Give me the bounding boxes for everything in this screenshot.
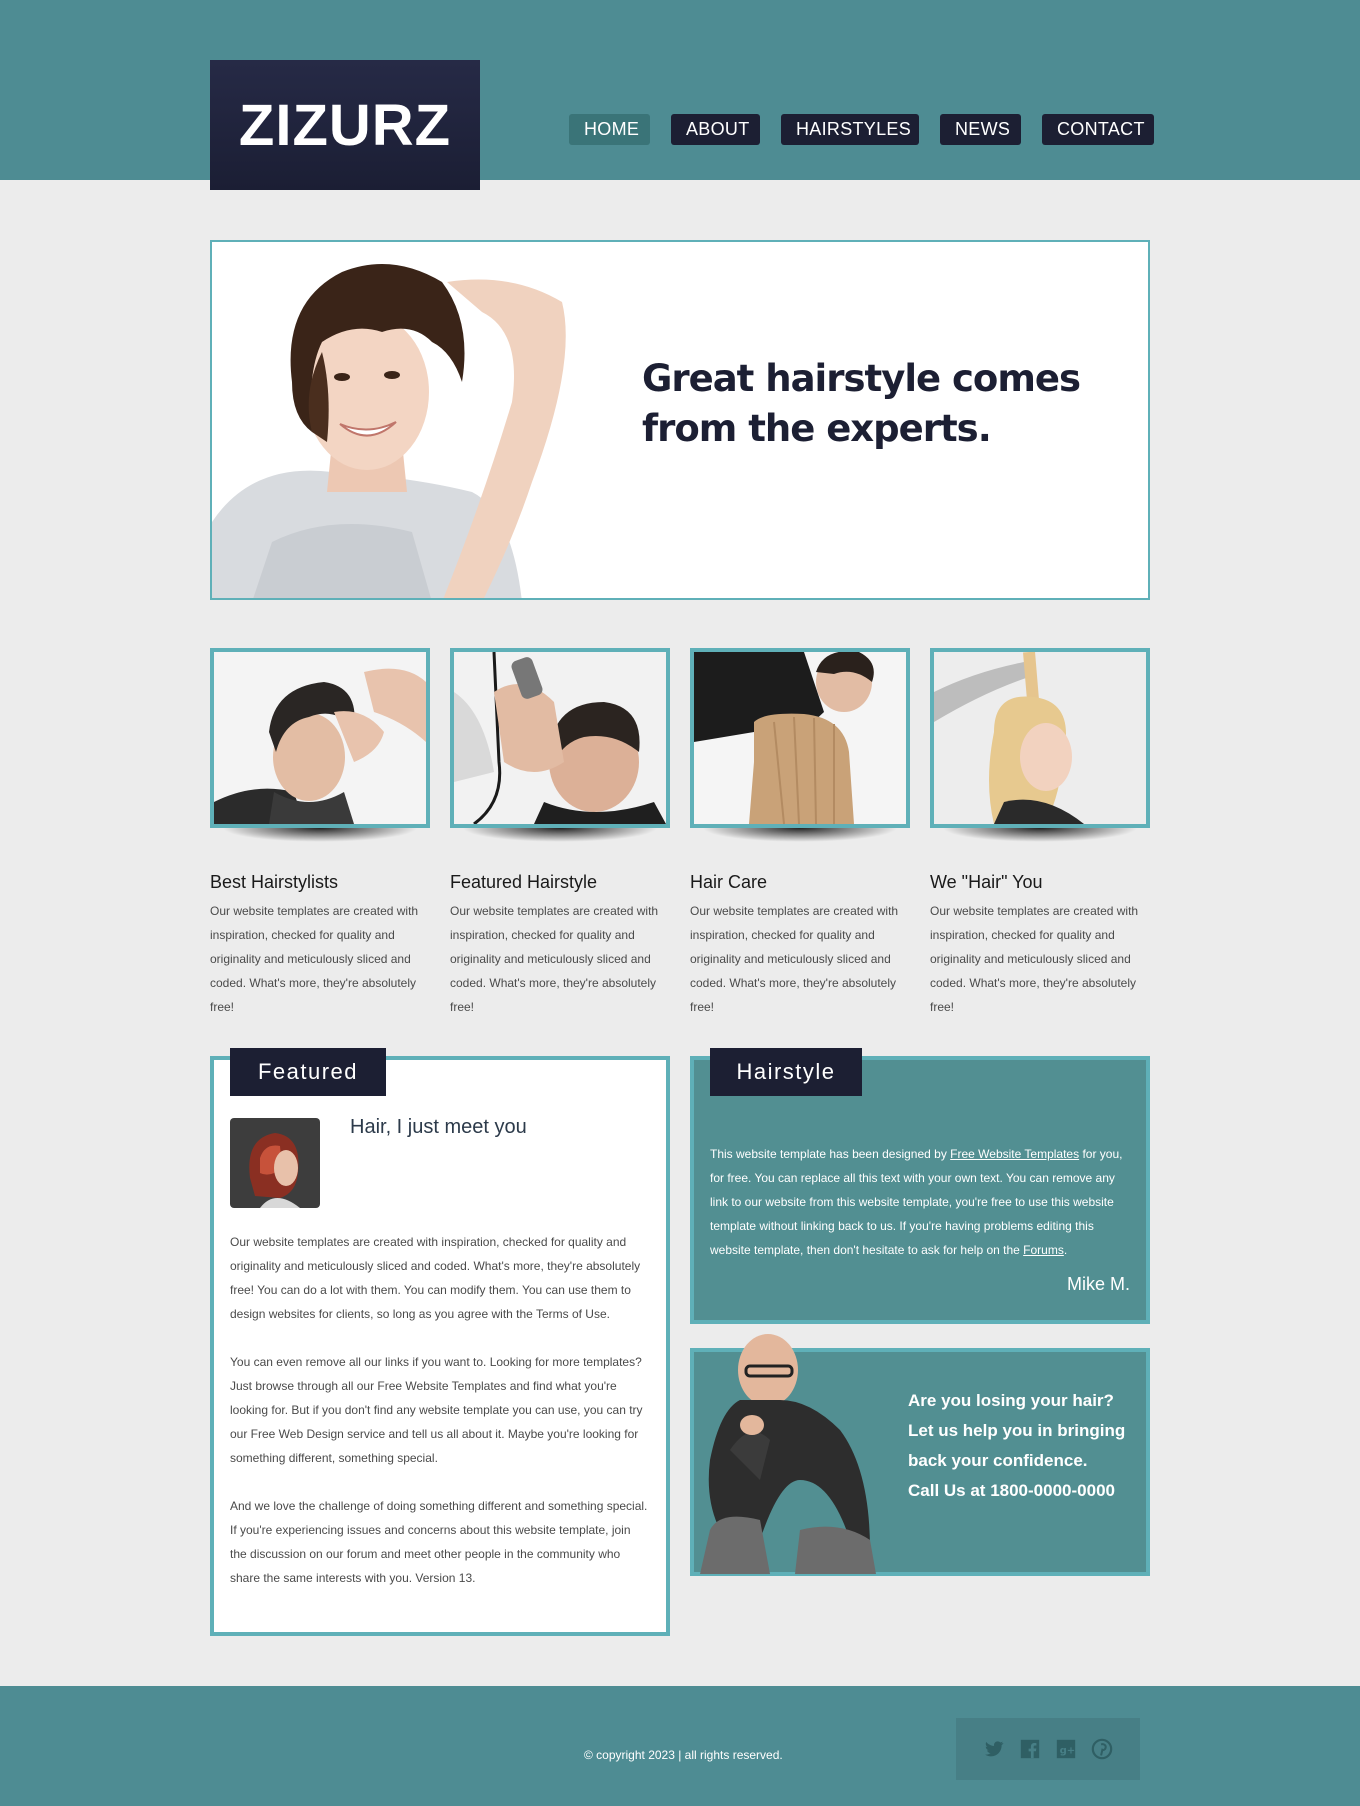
feature-title: Best Hairstylists — [210, 872, 339, 892]
feature-thumbnail[interactable] — [450, 648, 670, 828]
hair-care-image — [694, 652, 906, 824]
nav-contact[interactable]: CONTACT — [1042, 114, 1154, 145]
hero-headline-line2: from the experts. — [642, 407, 992, 450]
thumbnail-shadow — [222, 828, 418, 842]
forums-link[interactable]: Forums — [1023, 1243, 1064, 1257]
thumbnail-shadow — [942, 828, 1138, 842]
hairstyle-text: This website template has been designed … — [710, 1147, 951, 1161]
feature-thumbnail[interactable] — [690, 648, 910, 828]
hairstyle-text: for you, for free. You can replace all t… — [710, 1147, 1123, 1257]
logo[interactable]: ZIZURZ — [210, 60, 480, 190]
promo-line: Are you losing your hair? — [908, 1391, 1114, 1410]
hairstyle-tab: Hairstyle — [710, 1048, 862, 1096]
hairstyle-box: Hairstyle This website template has been… — [690, 1048, 1150, 1324]
featured-body: Our website templates are created with i… — [230, 1230, 650, 1614]
social-links: g+ — [956, 1718, 1140, 1780]
facebook-icon[interactable] — [1019, 1738, 1041, 1760]
twitter-icon[interactable] — [983, 1738, 1005, 1760]
promo-box: Are you losing your hair? Let us help yo… — [690, 1334, 1150, 1576]
svg-text:g+: g+ — [1060, 1746, 1076, 1757]
nav-news[interactable]: NEWS — [940, 114, 1021, 145]
pinterest-icon[interactable] — [1091, 1738, 1113, 1760]
site-footer: © copyright 2023 | all rights reserved. … — [0, 1686, 1360, 1806]
featured-paragraph: Our website templates are created with i… — [230, 1235, 641, 1321]
googleplus-icon[interactable]: g+ — [1055, 1738, 1077, 1760]
copyright-text: © copyright 2023 | all rights reserved. — [584, 1748, 783, 1762]
free-website-templates-link[interactable]: Free Website Templates — [950, 1147, 1079, 1161]
promo-line: Let us help you in bringing — [908, 1421, 1126, 1440]
featured-paragraph: You can even remove all our links if you… — [230, 1355, 643, 1465]
featured-tab: Featured — [230, 1048, 386, 1096]
feature-thumbnail[interactable] — [930, 648, 1150, 828]
nav-about[interactable]: ABOUT — [671, 114, 760, 145]
feature-card: We "Hair" You Our website templates are … — [930, 648, 1150, 1019]
main-nav: HOME ABOUT HAIRSTYLES NEWS CONTACT — [569, 114, 1154, 145]
stylist-man-image — [214, 652, 426, 824]
feature-text: Our website templates are created with i… — [690, 904, 899, 1014]
hero-banner: Great hairstyle comes from the experts. — [210, 240, 1150, 600]
hero-headline: Great hairstyle comes from the experts. — [642, 354, 1082, 454]
bald-man-image — [700, 1334, 876, 1574]
featured-avatar-image[interactable] — [230, 1118, 320, 1208]
feature-title: Hair Care — [690, 872, 768, 892]
featured-title: Hair, I just meet you — [350, 1116, 527, 1138]
nav-home[interactable]: HOME — [569, 114, 650, 145]
promo-phone[interactable]: Call Us at 1800-0000-0000 — [908, 1476, 1138, 1506]
featured-box: Featured Hair, I just meet you Our websi… — [210, 1048, 670, 1636]
hairstyle-body: This website template has been designed … — [710, 1142, 1130, 1262]
site-header: ZIZURZ HOME ABOUT HAIRSTYLES NEWS CONTAC… — [0, 0, 1360, 190]
blonde-woman-image — [934, 652, 1146, 824]
hero-headline-line1: Great hairstyle comes — [642, 357, 1081, 400]
featured-paragraph: And we love the challenge of doing somet… — [230, 1499, 648, 1585]
thumbnail-shadow — [702, 828, 898, 842]
hero-woman-image — [212, 242, 582, 598]
feature-card: Featured Hairstyle Our website templates… — [450, 648, 670, 1019]
feature-text: Our website templates are created with i… — [930, 904, 1139, 1014]
clipper-haircut-image — [454, 652, 666, 824]
hairstyle-signature: Mike M. — [1067, 1274, 1130, 1294]
thumbnail-shadow — [462, 828, 658, 842]
feature-text: Our website templates are created with i… — [210, 904, 419, 1014]
nav-hairstyles[interactable]: HAIRSTYLES — [781, 114, 919, 145]
feature-card: Best Hairstylists Our website templates … — [210, 648, 430, 1019]
logo-text: ZIZURZ — [238, 92, 452, 158]
promo-line: back your confidence. — [908, 1451, 1088, 1470]
feature-thumbnail[interactable] — [210, 648, 430, 828]
hairstyle-text: . — [1063, 1243, 1068, 1257]
feature-title: Featured Hairstyle — [450, 872, 598, 892]
feature-title: We "Hair" You — [930, 872, 1043, 892]
feature-card: Hair Care Our website templates are crea… — [690, 648, 910, 1019]
feature-text: Our website templates are created with i… — [450, 904, 659, 1014]
promo-text: Are you losing your hair? Let us help yo… — [908, 1386, 1138, 1506]
